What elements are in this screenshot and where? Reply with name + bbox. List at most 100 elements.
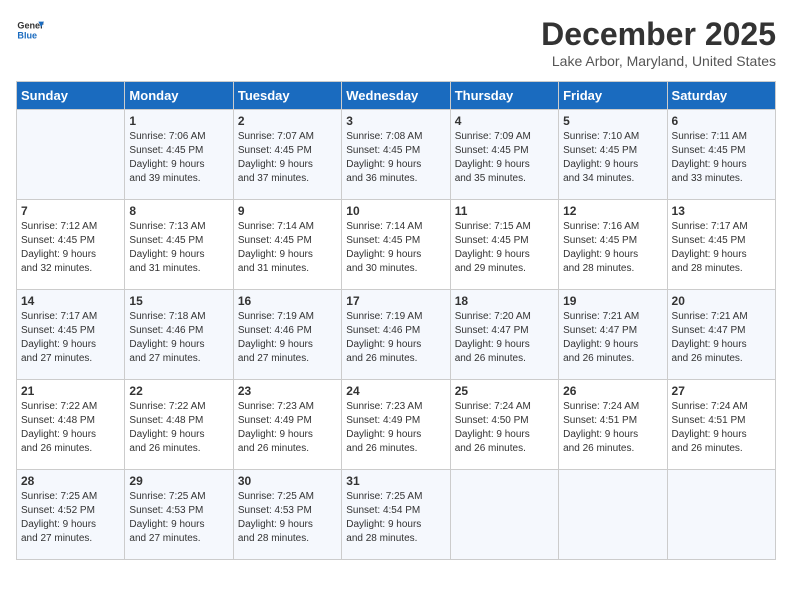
day-number: 3 [346,114,445,128]
day-number: 21 [21,384,120,398]
day-info: Sunrise: 7:25 AM Sunset: 4:54 PM Dayligh… [346,490,445,546]
calendar-cell: 9Sunrise: 7:14 AM Sunset: 4:45 PM Daylig… [233,200,341,290]
calendar-cell: 28 Sunrise: 7:25 AM Sunset: 4:52 PM Dayli… [17,470,125,560]
day-number: 10 [346,204,445,218]
calendar-cell: 29 Sunrise: 7:25 AM Sunset: 4:53 PM Dayli… [125,470,233,560]
day-info: Sunrise: 7:25 AM Sunset: 4:53 PM Dayligh… [238,490,337,546]
calendar-cell: 1Sunrise: 7:06 AM Sunset: 4:45 PM Daylig… [125,110,233,200]
subtitle: Lake Arbor, Maryland, United States [541,53,776,69]
day-header-saturday: Saturday [667,82,775,110]
day-info: Sunrise: 7:14 AM Sunset: 4:45 PM Dayligh… [238,220,337,276]
calendar-cell: 2 Sunrise: 7:07 AM Sunset: 4:45 PM Daylig… [233,110,341,200]
day-number: 23 [238,384,337,398]
day-info: Sunrise: 7:24 AM Sunset: 4:51 PM Dayligh… [672,400,771,456]
main-title: December 2025 [541,16,776,53]
calendar-cell: 13 Sunrise: 7:17 AM Sunset: 4:45 PM Dayli… [667,200,775,290]
day-info: Sunrise: 7:16 AM Sunset: 4:45 PM Dayligh… [563,220,662,276]
day-number: 19 [563,294,662,308]
calendar-cell: 21 Sunrise: 7:22 AM Sunset: 4:48 PM Dayli… [17,380,125,470]
day-number: 27 [672,384,771,398]
day-info: Sunrise: 7:17 AM Sunset: 4:45 PM Dayligh… [21,310,120,366]
calendar-cell: 26 Sunrise: 7:24 AM Sunset: 4:51 PM Dayli… [559,380,667,470]
calendar-cell [17,110,125,200]
day-header-thursday: Thursday [450,82,558,110]
calendar-table: SundayMondayTuesdayWednesdayThursdayFrid… [16,81,776,560]
day-info: Sunrise: 7:20 AM Sunset: 4:47 PM Dayligh… [455,310,554,366]
day-info: Sunrise: 7:07 AM Sunset: 4:45 PM Dayligh… [238,130,337,186]
day-number: 25 [455,384,554,398]
calendar-cell: 27 Sunrise: 7:24 AM Sunset: 4:51 PM Dayli… [667,380,775,470]
day-number: 24 [346,384,445,398]
day-header-sunday: Sunday [17,82,125,110]
day-info: Sunrise: 7:23 AM Sunset: 4:49 PM Dayligh… [346,400,445,456]
calendar-cell: 18 Sunrise: 7:20 AM Sunset: 4:47 PM Dayli… [450,290,558,380]
day-number: 22 [129,384,228,398]
logo: General Blue [16,16,44,44]
day-info: Sunrise: 7:25 AM Sunset: 4:52 PM Dayligh… [21,490,120,546]
day-info: Sunrise: 7:25 AM Sunset: 4:53 PM Dayligh… [129,490,228,546]
day-info: Sunrise: 7:10 AM Sunset: 4:45 PM Dayligh… [563,130,662,186]
calendar-cell [450,470,558,560]
day-header-wednesday: Wednesday [342,82,450,110]
calendar-cell: 5Sunrise: 7:10 AM Sunset: 4:45 PM Daylig… [559,110,667,200]
calendar-cell: 24 Sunrise: 7:23 AM Sunset: 4:49 PM Dayli… [342,380,450,470]
calendar-cell: 8Sunrise: 7:13 AM Sunset: 4:45 PM Daylig… [125,200,233,290]
day-info: Sunrise: 7:12 AM Sunset: 4:45 PM Dayligh… [21,220,120,276]
calendar-week-row: 21 Sunrise: 7:22 AM Sunset: 4:48 PM Dayli… [17,380,776,470]
day-number: 13 [672,204,771,218]
day-number: 6 [672,114,771,128]
day-info: Sunrise: 7:19 AM Sunset: 4:46 PM Dayligh… [238,310,337,366]
day-number: 18 [455,294,554,308]
calendar-cell: 10 Sunrise: 7:14 AM Sunset: 4:45 PM Dayli… [342,200,450,290]
logo-icon: General Blue [16,16,44,44]
calendar-week-row: 28 Sunrise: 7:25 AM Sunset: 4:52 PM Dayli… [17,470,776,560]
calendar-cell: 4Sunrise: 7:09 AM Sunset: 4:45 PM Daylig… [450,110,558,200]
calendar-week-row: 1Sunrise: 7:06 AM Sunset: 4:45 PM Daylig… [17,110,776,200]
day-header-tuesday: Tuesday [233,82,341,110]
day-info: Sunrise: 7:08 AM Sunset: 4:45 PM Dayligh… [346,130,445,186]
calendar-cell: 15 Sunrise: 7:18 AM Sunset: 4:46 PM Dayli… [125,290,233,380]
day-info: Sunrise: 7:24 AM Sunset: 4:50 PM Dayligh… [455,400,554,456]
day-info: Sunrise: 7:21 AM Sunset: 4:47 PM Dayligh… [563,310,662,366]
calendar-cell: 25 Sunrise: 7:24 AM Sunset: 4:50 PM Dayli… [450,380,558,470]
calendar-cell: 11 Sunrise: 7:15 AM Sunset: 4:45 PM Dayli… [450,200,558,290]
calendar-cell: 19 Sunrise: 7:21 AM Sunset: 4:47 PM Dayli… [559,290,667,380]
calendar-cell [559,470,667,560]
day-header-friday: Friday [559,82,667,110]
day-info: Sunrise: 7:24 AM Sunset: 4:51 PM Dayligh… [563,400,662,456]
day-info: Sunrise: 7:23 AM Sunset: 4:49 PM Dayligh… [238,400,337,456]
day-info: Sunrise: 7:22 AM Sunset: 4:48 PM Dayligh… [129,400,228,456]
day-info: Sunrise: 7:18 AM Sunset: 4:46 PM Dayligh… [129,310,228,366]
day-number: 11 [455,204,554,218]
calendar-cell: 16Sunrise: 7:19 AM Sunset: 4:46 PM Dayli… [233,290,341,380]
day-info: Sunrise: 7:14 AM Sunset: 4:45 PM Dayligh… [346,220,445,276]
day-number: 2 [238,114,337,128]
calendar-header-row: SundayMondayTuesdayWednesdayThursdayFrid… [17,82,776,110]
day-info: Sunrise: 7:17 AM Sunset: 4:45 PM Dayligh… [672,220,771,276]
day-number: 8 [129,204,228,218]
day-number: 12 [563,204,662,218]
day-info: Sunrise: 7:22 AM Sunset: 4:48 PM Dayligh… [21,400,120,456]
day-number: 20 [672,294,771,308]
calendar-cell: 22 Sunrise: 7:22 AM Sunset: 4:48 PM Dayli… [125,380,233,470]
calendar-cell: 23 Sunrise: 7:23 AM Sunset: 4:49 PM Dayli… [233,380,341,470]
day-number: 26 [563,384,662,398]
calendar-cell: 12 Sunrise: 7:16 AM Sunset: 4:45 PM Dayli… [559,200,667,290]
svg-text:Blue: Blue [17,30,37,40]
day-info: Sunrise: 7:09 AM Sunset: 4:45 PM Dayligh… [455,130,554,186]
day-number: 29 [129,474,228,488]
day-number: 30 [238,474,337,488]
day-info: Sunrise: 7:15 AM Sunset: 4:45 PM Dayligh… [455,220,554,276]
day-info: Sunrise: 7:21 AM Sunset: 4:47 PM Dayligh… [672,310,771,366]
day-number: 14 [21,294,120,308]
day-number: 15 [129,294,228,308]
day-number: 28 [21,474,120,488]
calendar-cell: 20 Sunrise: 7:21 AM Sunset: 4:47 PM Dayli… [667,290,775,380]
day-number: 17 [346,294,445,308]
day-info: Sunrise: 7:06 AM Sunset: 4:45 PM Dayligh… [129,130,228,186]
calendar-cell: 14 Sunrise: 7:17 AM Sunset: 4:45 PM Dayli… [17,290,125,380]
calendar-week-row: 7 Sunrise: 7:12 AM Sunset: 4:45 PM Daylig… [17,200,776,290]
calendar-week-row: 14 Sunrise: 7:17 AM Sunset: 4:45 PM Dayli… [17,290,776,380]
calendar-cell: 6Sunrise: 7:11 AM Sunset: 4:45 PM Daylig… [667,110,775,200]
day-number: 7 [21,204,120,218]
